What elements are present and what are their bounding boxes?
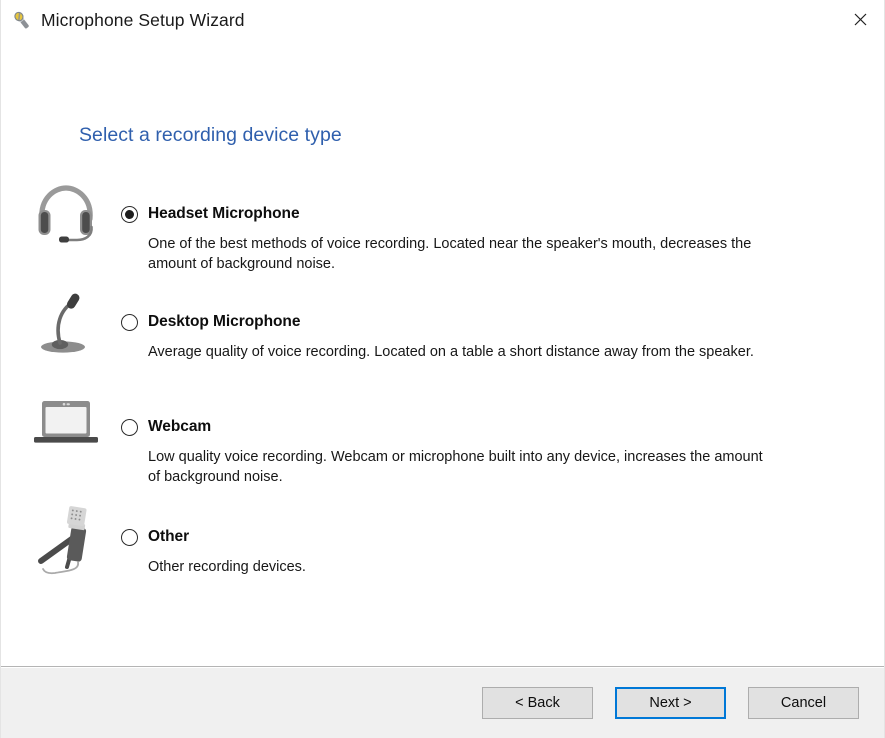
option-webcam-label[interactable]: Webcam bbox=[148, 418, 211, 436]
device-type-radio-group: Headset Microphone One of the best metho… bbox=[1, 180, 884, 603]
option-webcam[interactable]: Webcam Low quality voice recording. Webc… bbox=[1, 393, 884, 503]
option-other-label[interactable]: Other bbox=[148, 528, 189, 546]
option-headset-label[interactable]: Headset Microphone bbox=[148, 205, 300, 223]
radio-desktop-microphone[interactable] bbox=[121, 313, 138, 331]
radio-headset-microphone[interactable] bbox=[121, 205, 138, 223]
microphone-icon bbox=[11, 9, 33, 31]
option-desktop-microphone[interactable]: Desktop Microphone Average quality of vo… bbox=[1, 288, 884, 393]
option-desktop-label[interactable]: Desktop Microphone bbox=[148, 313, 300, 331]
title-bar: Microphone Setup Wizard bbox=[1, 0, 884, 40]
desktop-microphone-icon bbox=[11, 288, 121, 356]
option-desktop-content: Desktop Microphone Average quality of vo… bbox=[121, 288, 884, 362]
headset-icon bbox=[11, 180, 121, 244]
back-button[interactable]: < Back bbox=[482, 687, 593, 719]
option-headset-description: One of the best methods of voice recordi… bbox=[148, 236, 752, 272]
wizard-footer: < Back Next > Cancel bbox=[1, 667, 884, 738]
next-button[interactable]: Next > bbox=[615, 687, 726, 719]
close-icon[interactable] bbox=[836, 0, 884, 38]
wizard-content: Select a recording device type Headset M… bbox=[1, 40, 884, 666]
option-desktop-description: Average quality of voice recording. Loca… bbox=[148, 344, 754, 360]
option-other[interactable]: Other Other recording devices. bbox=[1, 503, 884, 603]
laptop-webcam-icon bbox=[11, 393, 121, 449]
option-webcam-description: Low quality voice recording. Webcam or m… bbox=[148, 449, 763, 485]
wizard-window: Microphone Setup Wizard Select a recordi… bbox=[0, 0, 885, 738]
option-headset-content: Headset Microphone One of the best metho… bbox=[121, 180, 884, 274]
radio-webcam[interactable] bbox=[121, 418, 138, 436]
option-other-content: Other Other recording devices. bbox=[121, 503, 884, 577]
cancel-button[interactable]: Cancel bbox=[748, 687, 859, 719]
page-title: Select a recording device type bbox=[79, 124, 342, 146]
option-headset-microphone[interactable]: Headset Microphone One of the best metho… bbox=[1, 180, 884, 288]
studio-microphone-icon bbox=[11, 503, 121, 577]
option-webcam-content: Webcam Low quality voice recording. Webc… bbox=[121, 393, 884, 487]
option-other-description: Other recording devices. bbox=[148, 559, 306, 575]
window-title: Microphone Setup Wizard bbox=[41, 9, 245, 30]
radio-other[interactable] bbox=[121, 528, 138, 546]
